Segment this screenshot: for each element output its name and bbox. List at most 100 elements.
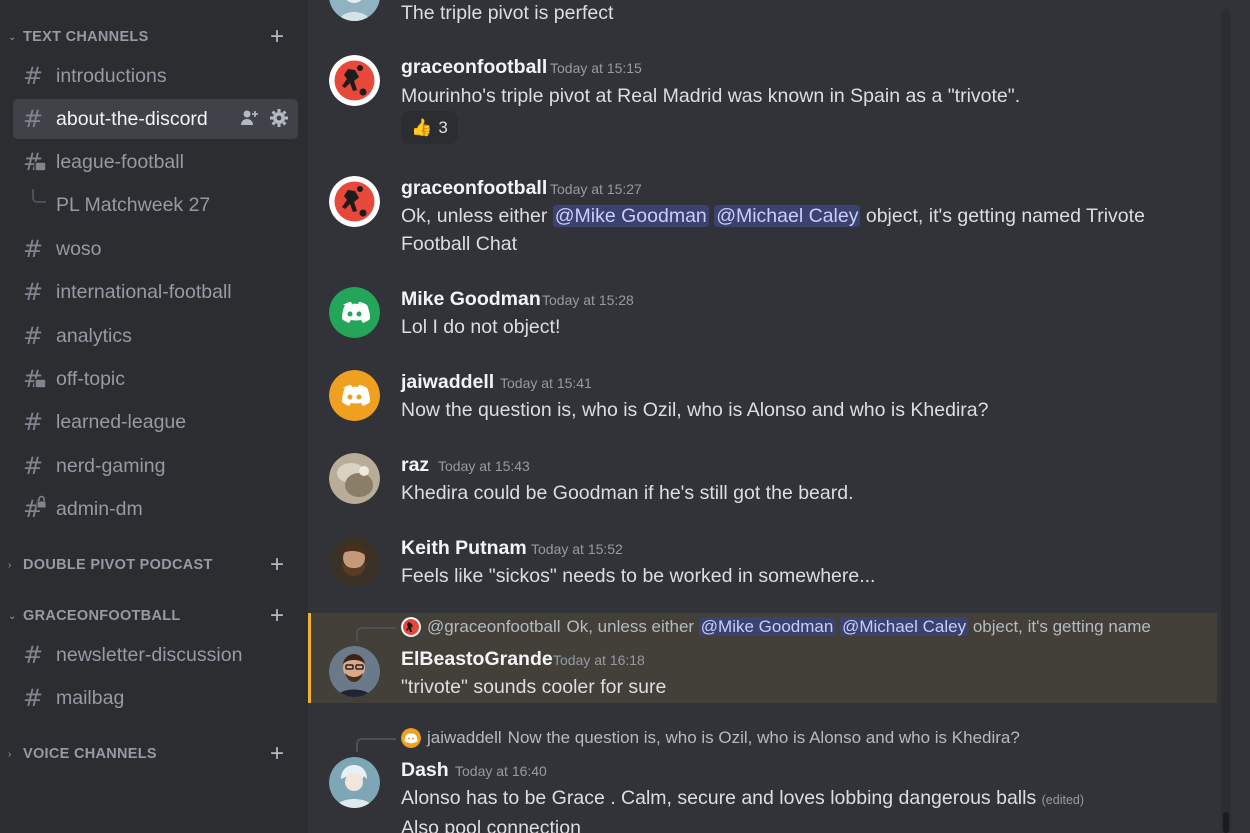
message-timestamp: Today at 16:18 [553,652,645,668]
thread-name: PL Matchweek 27 [56,194,211,216]
reaction-count: 3 [438,117,448,137]
reply-text: Now the question is, who is Ozil, who is… [507,728,1020,747]
category-graceonfootball[interactable]: ⌄ GRACEONFOOTBALL + [0,604,308,628]
message-item: raz Today at 15:43 Khedira could be Good… [308,453,1217,513]
avatar[interactable] [329,287,380,338]
add-channel-plus-icon[interactable]: + [266,742,288,766]
channel-name: about-the-discord [56,108,208,130]
sidebar-channel-mailbag[interactable]: # mailbag [13,678,298,718]
category-label: VOICE CHANNELS [23,746,157,762]
sidebar-channel-analytics[interactable]: # analytics [13,316,298,356]
avatar[interactable] [329,176,380,227]
message-text: Mourinho's triple pivot at Real Madrid w… [401,85,1021,107]
user-mention[interactable]: @Michael Caley [714,205,861,227]
add-channel-plus-icon[interactable]: + [266,25,288,49]
sidebar-channel-newsletter-discussion[interactable]: # newsletter-discussion [13,635,298,675]
category-label: GRACEONFOOTBALL [23,608,181,624]
hash-icon: # [23,105,44,133]
message-author[interactable]: jaiwaddell [401,371,494,394]
message-timestamp: Today at 16:40 [455,763,547,779]
channel-name: learned-league [56,411,187,433]
avatar[interactable] [329,757,380,808]
message-item: graceonfootball Today at 15:27 Ok, unles… [308,176,1217,266]
add-channel-plus-icon[interactable]: + [266,604,288,628]
thumbs-up-icon: 👍 [411,117,433,137]
svg-text:#: # [23,495,43,523]
sidebar-channel-league-football[interactable]: # league-football [13,142,298,182]
sidebar-channel-learned-league[interactable]: # learned-league [13,402,298,442]
channel-name: admin-dm [56,498,143,520]
channel-name: league-football [56,151,184,173]
add-channel-plus-icon[interactable]: + [266,553,288,577]
avatar[interactable] [329,646,380,697]
channel-name: off-topic [56,368,126,390]
user-mention[interactable]: @Mike Goodman [552,205,709,227]
message-timestamp: Today at 15:43 [438,458,530,474]
reaction-thumbs-up[interactable]: 👍 3 [401,111,458,144]
message-timestamp: Today at 15:28 [542,292,634,308]
avatar[interactable] [329,370,380,421]
reply-avatar [401,728,421,748]
message-text: The triple pivot is perfect [401,2,614,24]
message-item: Keith Putnam Today at 15:52 Feels like "… [308,536,1217,596]
hash-icon: # [23,62,44,90]
sidebar-channel-woso[interactable]: # woso [13,229,298,269]
reply-connector [356,738,396,752]
channel-name: analytics [56,325,132,347]
message-author[interactable]: raz [401,454,429,477]
category-voice-channels[interactable]: › VOICE CHANNELS + [0,742,308,766]
hash-icon: # [23,322,44,350]
gear-icon[interactable] [270,109,288,127]
category-text-channels[interactable]: ⌄ TEXT CHANNELS + [0,25,308,49]
reply-text: Ok, unless either @Mike Goodman @Michael… [567,617,1151,637]
reply-username[interactable]: @graceonfootball [427,617,561,637]
avatar[interactable] [329,453,380,504]
user-mention[interactable]: @Michael Caley [840,617,969,636]
message-author[interactable]: Dash [401,759,449,782]
reply-preview[interactable]: jaiwaddell Now the question is, who is O… [401,728,1020,748]
sidebar-channel-admin-dm[interactable]: # admin-dm [13,489,298,529]
channel-name: international-football [56,281,232,303]
message-item: graceonfootball Today at 15:15 Mourinho'… [308,55,1217,155]
category-label: DOUBLE PIVOT PODCAST [23,557,213,573]
reply-username[interactable]: jaiwaddell [427,728,502,748]
channel-sidebar: ⌄ TEXT CHANNELS + # introductions # abou… [0,0,308,833]
chevron-right-icon: › [8,749,12,760]
forum-hash-icon: # [23,148,49,176]
scrollbar-thumb[interactable] [1223,812,1229,833]
avatar[interactable] [329,0,380,21]
hash-icon: # [23,641,44,669]
message-author[interactable]: graceonfootball [401,177,547,200]
message-text: Lol I do not object! [401,316,561,338]
message-item: jaiwaddell Today at 15:41 Now the questi… [308,370,1217,430]
message-author[interactable]: Keith Putnam [401,537,527,560]
edited-label: (edited) [1041,793,1085,807]
chevron-down-icon: ⌄ [8,611,17,622]
user-mention[interactable]: @Mike Goodman [698,617,836,636]
text-segment: Also pool connection [401,817,581,833]
message-text: Ok, unless either @Mike Goodman @Michael… [401,202,1191,258]
message-text: Alonso has to be Grace . Calm, secure an… [401,784,1191,833]
sidebar-channel-about-the-discord[interactable]: # about-the-discord [13,99,298,139]
text-segment: Ok, unless either [401,205,553,227]
category-double-pivot-podcast[interactable]: › DOUBLE PIVOT PODCAST + [0,553,308,577]
hash-icon: # [23,684,44,712]
channel-name: newsletter-discussion [56,644,243,666]
text-segment: object, it's getting name [968,617,1151,636]
sidebar-channel-off-topic[interactable]: # off-topic [13,359,298,399]
reply-preview[interactable]: @graceonfootball Ok, unless either @Mike… [401,617,1151,637]
sidebar-channel-introductions[interactable]: # introductions [13,56,298,96]
message-author[interactable]: graceonfootball [401,56,547,79]
invite-people-icon[interactable] [240,109,260,127]
avatar[interactable] [329,55,380,106]
message-author[interactable]: ElBeastoGrande [401,648,553,671]
sidebar-thread-pl-matchweek-27[interactable]: PL Matchweek 27 [13,185,298,225]
message-author[interactable]: Mike Goodman [401,288,541,311]
sidebar-channel-nerd-gaming[interactable]: # nerd-gaming [13,446,298,486]
scrollbar-track[interactable] [1221,8,1231,833]
chevron-down-icon: ⌄ [8,32,17,43]
avatar[interactable] [329,536,380,587]
sidebar-channel-international-football[interactable]: # international-football [13,272,298,312]
message-item: jaiwaddell Now the question is, who is O… [308,724,1217,833]
message-timestamp: Today at 15:27 [550,181,642,197]
